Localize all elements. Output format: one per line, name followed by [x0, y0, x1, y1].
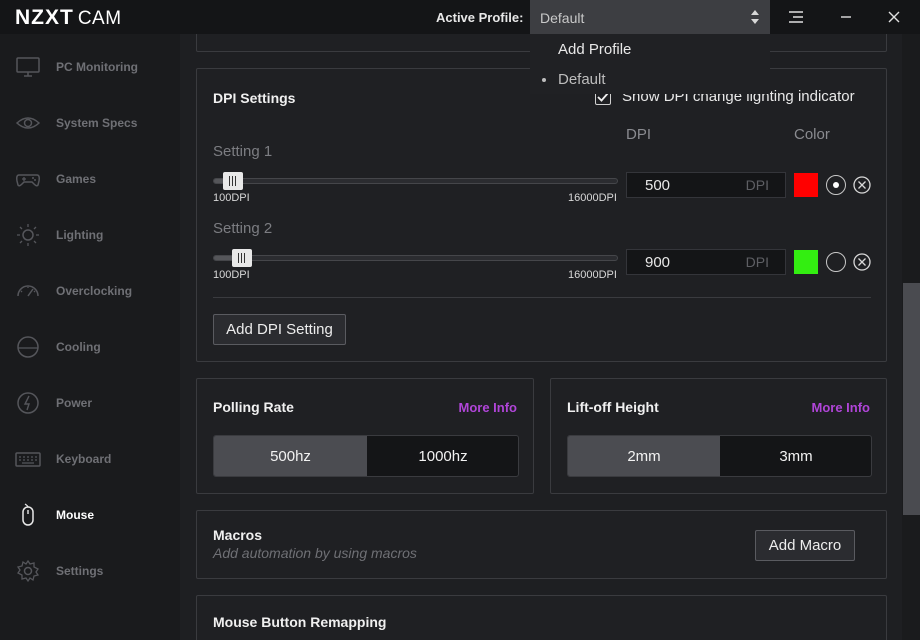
- sidebar-item-label: Lighting: [56, 228, 104, 242]
- liftoff-option-3mm[interactable]: 3mm: [720, 436, 871, 476]
- dpi-setting-1-slider[interactable]: [213, 178, 618, 184]
- add-dpi-setting-button[interactable]: Add DPI Setting: [213, 314, 346, 345]
- profile-item-default[interactable]: Default: [558, 71, 606, 88]
- macros-card: Macros Add automation by using macros Ad…: [196, 510, 887, 579]
- macros-title: Macros: [213, 527, 263, 543]
- app-logo: NZXT CAM: [15, 6, 122, 29]
- close-button[interactable]: [870, 0, 918, 34]
- dpi-unit: DPI: [745, 254, 769, 270]
- add-profile-item[interactable]: Add Profile: [558, 41, 631, 58]
- title-bar: NZXT CAM Active Profile: Default: [0, 0, 920, 34]
- polling-option-1000hz[interactable]: 1000hz: [367, 436, 518, 476]
- profile-select-value: Default: [540, 10, 585, 26]
- mouse-button-remapping-title: Mouse Button Remapping: [213, 614, 387, 630]
- dpi-setting-2-slider[interactable]: [213, 255, 618, 261]
- gamepad-icon: [16, 174, 40, 187]
- liftoff-option-2mm[interactable]: 2mm: [568, 436, 720, 476]
- dpi-setting-1-color-swatch[interactable]: [794, 173, 818, 197]
- sidebar-item-label: PC Monitoring: [56, 60, 138, 74]
- polling-rate-toggle: 500hz 1000hz: [213, 435, 519, 477]
- menu-button[interactable]: [772, 0, 820, 34]
- sun-icon: [17, 224, 39, 246]
- sidebar: PC Monitoring System Specs Games Lightin…: [0, 34, 180, 640]
- profile-dropdown: Add Profile Default: [530, 34, 770, 94]
- macros-subtitle: Add automation by using macros: [213, 545, 417, 561]
- sidebar-item-games[interactable]: Games: [0, 159, 180, 199]
- sidebar-item-label: Cooling: [56, 340, 101, 354]
- profile-select[interactable]: Default: [530, 0, 770, 34]
- main-content: DPI Settings Show DPI change lighting in…: [180, 34, 902, 640]
- slider-min-label: 100DPI: [213, 269, 250, 281]
- sidebar-item-label: Games: [56, 172, 97, 186]
- active-profile-label: Active Profile:: [436, 10, 524, 25]
- sidebar-item-power[interactable]: Power: [0, 383, 180, 423]
- polling-more-info-link[interactable]: More Info: [459, 400, 518, 415]
- remove-setting-1-icon[interactable]: [853, 176, 871, 194]
- slider-max-label: 16000DPI: [568, 269, 617, 281]
- keyboard-icon: [15, 452, 41, 467]
- sidebar-item-keyboard[interactable]: Keyboard: [0, 439, 180, 479]
- dpi-column-header: DPI: [626, 126, 652, 143]
- liftoff-more-info-link[interactable]: More Info: [812, 400, 871, 415]
- mouse-button-remapping-card: Mouse Button Remapping: [196, 595, 887, 640]
- color-column-header: Color: [794, 126, 830, 143]
- liftoff-height-card: Lift-off Height More Info 2mm 3mm: [550, 378, 887, 494]
- hamburger-menu-icon: [789, 11, 803, 23]
- dpi-setting-1-input[interactable]: 500 DPI: [626, 172, 786, 198]
- dpi-unit: DPI: [745, 177, 769, 193]
- dpi-setting-2-color-swatch[interactable]: [794, 250, 818, 274]
- sidebar-item-settings[interactable]: Settings: [0, 551, 180, 591]
- dpi-setting-1-active-radio[interactable]: [826, 175, 846, 195]
- selected-bullet-icon: [542, 78, 546, 82]
- dpi-settings-card: DPI Settings Show DPI change lighting in…: [196, 68, 887, 362]
- polling-rate-card: Polling Rate More Info 500hz 1000hz: [196, 378, 534, 494]
- dpi-setting-1-slider-thumb[interactable]: [222, 172, 243, 190]
- gear-icon: [16, 559, 40, 583]
- remove-setting-2-icon[interactable]: [853, 253, 871, 271]
- close-icon: [888, 11, 900, 23]
- polling-rate-title: Polling Rate: [213, 399, 294, 415]
- sidebar-item-pc-monitoring[interactable]: PC Monitoring: [0, 47, 180, 87]
- sidebar-item-mouse[interactable]: Mouse: [0, 495, 180, 535]
- dpi-settings-title: DPI Settings: [213, 90, 296, 106]
- slider-max-label: 16000DPI: [568, 192, 617, 204]
- gauge-icon: [17, 285, 39, 297]
- sidebar-item-lighting[interactable]: Lighting: [0, 215, 180, 255]
- dpi-setting-2-label: Setting 2: [213, 220, 273, 237]
- scrollbar-thumb[interactable]: [903, 283, 920, 515]
- sidebar-item-overclocking[interactable]: Overclocking: [0, 271, 180, 311]
- sidebar-item-label: Settings: [56, 564, 104, 578]
- sidebar-item-label: Keyboard: [56, 452, 112, 466]
- sidebar-item-label: Overclocking: [56, 284, 133, 298]
- mouse-icon: [22, 503, 34, 526]
- dpi-setting-2-slider-thumb[interactable]: [232, 249, 253, 267]
- slider-min-label: 100DPI: [213, 192, 250, 204]
- sidebar-item-system-specs[interactable]: System Specs: [0, 103, 180, 143]
- add-macro-button[interactable]: Add Macro: [755, 530, 855, 561]
- minimize-button[interactable]: [822, 0, 870, 34]
- minimize-icon: [841, 16, 851, 18]
- dpi-setting-2-input[interactable]: 900 DPI: [626, 249, 786, 275]
- dpi-value: 900: [645, 254, 671, 271]
- polling-option-500hz[interactable]: 500hz: [214, 436, 367, 476]
- liftoff-height-title: Lift-off Height: [567, 399, 659, 415]
- liftoff-height-toggle: 2mm 3mm: [567, 435, 872, 477]
- sidebar-item-label: Power: [56, 396, 93, 410]
- sort-arrows-icon: [751, 10, 759, 24]
- monitor-icon: [16, 57, 40, 77]
- divider: [213, 297, 871, 298]
- sidebar-item-label: Mouse: [56, 508, 95, 522]
- fan-icon: [17, 336, 39, 358]
- eye-icon: [15, 117, 41, 129]
- power-icon: [17, 392, 39, 414]
- sidebar-item-label: System Specs: [56, 116, 138, 130]
- sidebar-item-cooling[interactable]: Cooling: [0, 327, 180, 367]
- dpi-value: 500: [645, 177, 671, 194]
- dpi-setting-2-active-radio[interactable]: [826, 252, 846, 272]
- dpi-setting-1-label: Setting 1: [213, 143, 273, 160]
